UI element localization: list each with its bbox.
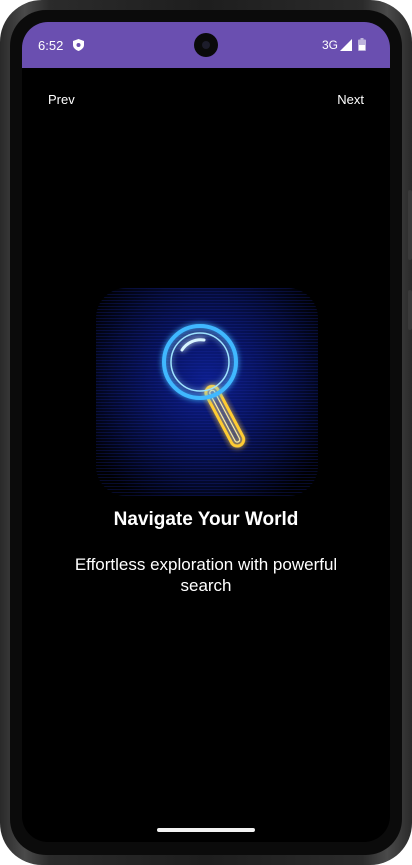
volume-button bbox=[408, 290, 412, 330]
front-camera bbox=[194, 33, 218, 57]
network-type: 3G bbox=[322, 38, 339, 52]
status-bar: 6:52 3G bbox=[22, 22, 390, 68]
signal-icon bbox=[340, 39, 352, 51]
screen: 6:52 3G Prev Next Navigate Your World Ef… bbox=[22, 22, 390, 842]
onboarding-title: Navigate Your World bbox=[113, 509, 299, 530]
shield-icon bbox=[73, 39, 84, 51]
onboarding-illustration bbox=[96, 288, 318, 496]
onboarding-subtitle: Effortless exploration with powerful sea… bbox=[74, 555, 338, 595]
phone-frame: 6:52 3G Prev Next Navigate Your World Ef… bbox=[0, 0, 412, 865]
status-time: 6:52 bbox=[38, 38, 64, 53]
next-button[interactable]: Next bbox=[337, 92, 364, 107]
power-button bbox=[408, 190, 412, 260]
battery-icon bbox=[358, 38, 366, 51]
home-indicator[interactable] bbox=[157, 828, 255, 832]
magnifying-glass-icon bbox=[96, 288, 318, 496]
prev-button[interactable]: Prev bbox=[48, 92, 75, 107]
